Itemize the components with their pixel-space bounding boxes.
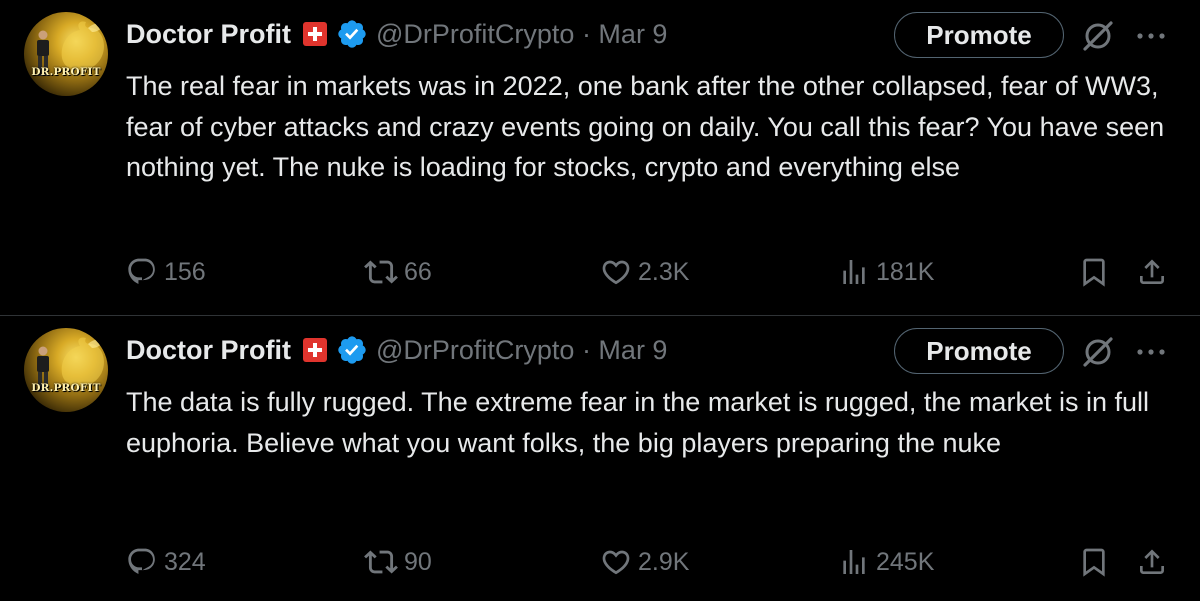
- avatar-logo-text: DR.PROFIT: [31, 382, 101, 394]
- more-options-icon[interactable]: [1134, 338, 1168, 366]
- reply-button[interactable]: 324: [126, 542, 206, 582]
- bookmark-icon: [1083, 548, 1105, 577]
- views-chart-icon: [843, 260, 865, 284]
- heart-icon: [602, 550, 630, 575]
- author-handle-and-date[interactable]: @DrProfitCrypto · Mar 9: [376, 335, 667, 366]
- tweet-feed: DR.PROFIT Doctor Profit @DrProfitCrypto …: [0, 0, 1200, 601]
- like-button[interactable]: 2.3K: [600, 252, 689, 292]
- swiss-flag-icon: [303, 338, 327, 362]
- like-count: 2.3K: [638, 257, 690, 286]
- avatar[interactable]: DR.PROFIT: [24, 328, 108, 412]
- views-button[interactable]: 245K: [838, 542, 934, 582]
- author-name[interactable]: Doctor Profit: [126, 335, 291, 366]
- retweet-count: 66: [404, 257, 432, 286]
- retweet-button[interactable]: 90: [364, 542, 432, 582]
- bookmark-button[interactable]: [1078, 542, 1110, 582]
- author-handle-and-date[interactable]: @DrProfitCrypto · Mar 9: [376, 19, 667, 50]
- tweet[interactable]: DR.PROFIT Doctor Profit @DrProfitCrypto …: [0, 316, 1200, 601]
- grok-icon[interactable]: [1080, 334, 1116, 370]
- tweet-text: The real fear in markets was in 2022, on…: [126, 71, 1165, 183]
- retweet-button[interactable]: 66: [364, 252, 432, 292]
- promote-button[interactable]: Promote: [894, 12, 1064, 58]
- retweet-count: 90: [404, 547, 432, 576]
- verified-badge-icon: [338, 20, 366, 48]
- reply-count: 156: [164, 257, 206, 286]
- views-button[interactable]: 181K: [838, 252, 934, 292]
- avatar-logo-text: DR.PROFIT: [31, 66, 101, 78]
- tweet-header: Doctor Profit @DrProfitCrypto · Mar 9: [126, 14, 667, 54]
- tweet-actions: 156 66 2.3K 181K: [0, 252, 1200, 292]
- retweet-icon: [364, 550, 398, 574]
- author-name[interactable]: Doctor Profit: [126, 19, 291, 50]
- share-icon: [1140, 259, 1164, 284]
- more-options-icon[interactable]: [1134, 22, 1168, 50]
- reply-icon: [128, 258, 155, 284]
- view-count: 181K: [876, 257, 935, 286]
- share-icon: [1140, 549, 1164, 574]
- retweet-icon: [364, 260, 398, 284]
- swiss-flag-icon: [303, 22, 327, 46]
- reply-button[interactable]: 156: [126, 252, 206, 292]
- tweet-text: The data is fully rugged. The extreme fe…: [126, 387, 1149, 458]
- reply-icon: [128, 548, 155, 574]
- heart-icon: [602, 260, 630, 285]
- tweet-actions: 324 90 2.9K 245K: [0, 542, 1200, 582]
- reply-count: 324: [164, 547, 206, 576]
- tweet[interactable]: DR.PROFIT Doctor Profit @DrProfitCrypto …: [0, 0, 1200, 315]
- views-chart-icon: [843, 550, 865, 574]
- like-button[interactable]: 2.9K: [600, 542, 689, 582]
- bookmark-button[interactable]: [1078, 252, 1110, 292]
- like-count: 2.9K: [638, 547, 690, 576]
- tweet-header: Doctor Profit @DrProfitCrypto · Mar 9: [126, 330, 667, 370]
- share-button[interactable]: [1136, 542, 1168, 582]
- avatar[interactable]: DR.PROFIT: [24, 12, 108, 96]
- bookmark-icon: [1083, 258, 1105, 287]
- share-button[interactable]: [1136, 252, 1168, 292]
- verified-badge-icon: [338, 336, 366, 364]
- view-count: 245K: [876, 547, 935, 576]
- grok-icon[interactable]: [1080, 18, 1116, 54]
- promote-button[interactable]: Promote: [894, 328, 1064, 374]
